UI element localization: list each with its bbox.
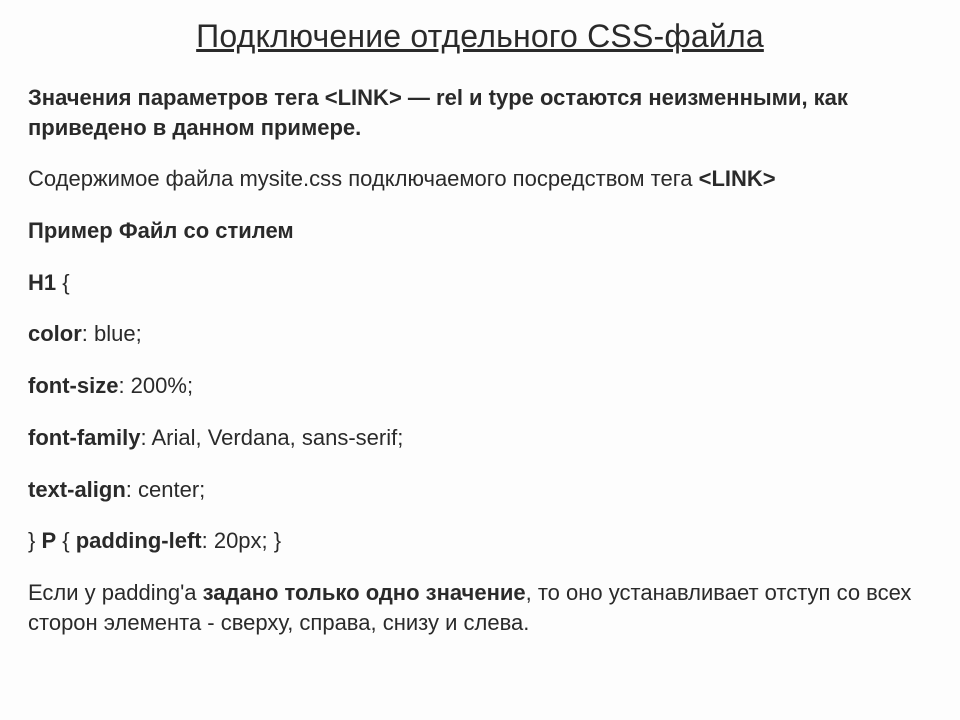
link-tag-1: <LINK>: [325, 85, 402, 110]
text-align-value: : center;: [126, 477, 205, 502]
file-text-a: Содержимое файла mysite.css подключаемог…: [28, 166, 699, 191]
note-a: Если у padding'а: [28, 580, 203, 605]
note-bold: задано только одно значение: [203, 580, 526, 605]
padding-left-value: : 20px; }: [202, 528, 282, 553]
file-paragraph: Содержимое файла mysite.css подключаемог…: [28, 164, 932, 194]
color-property: color: [28, 321, 82, 346]
rule2-open: {: [56, 528, 76, 553]
color-value: : blue;: [82, 321, 142, 346]
p-selector: P: [41, 528, 56, 553]
css-rule-selector: H1 {: [28, 268, 932, 298]
document-page: Подключение отдельного CSS-файла Значени…: [0, 0, 960, 637]
intro-paragraph: Значения параметров тега <LINK> — rel и …: [28, 83, 932, 142]
link-tag-2: <LINK>: [699, 166, 776, 191]
example-label: Пример Файл со стилем: [28, 216, 932, 246]
css-declaration-color: color: blue;: [28, 319, 932, 349]
font-size-property: font-size: [28, 373, 118, 398]
close-brace-a: }: [28, 528, 41, 553]
css-rule-p: } P { padding-left: 20px; }: [28, 526, 932, 556]
intro-text-a: Значения параметров тега: [28, 85, 325, 110]
css-declaration-text-align: text-align: center;: [28, 475, 932, 505]
note-paragraph: Если у padding'а задано только одно знач…: [28, 578, 932, 637]
page-title: Подключение отдельного CSS-файла: [28, 18, 932, 55]
font-size-value: : 200%;: [118, 373, 193, 398]
h1-selector: H1: [28, 270, 56, 295]
css-declaration-font-size: font-size: 200%;: [28, 371, 932, 401]
padding-left-property: padding-left: [76, 528, 202, 553]
css-declaration-font-family: font-family: Arial, Verdana, sans-serif;: [28, 423, 932, 453]
rule-open-brace: {: [56, 270, 69, 295]
text-align-property: text-align: [28, 477, 126, 502]
font-family-property: font-family: [28, 425, 140, 450]
font-family-value: : Arial, Verdana, sans-serif;: [140, 425, 403, 450]
